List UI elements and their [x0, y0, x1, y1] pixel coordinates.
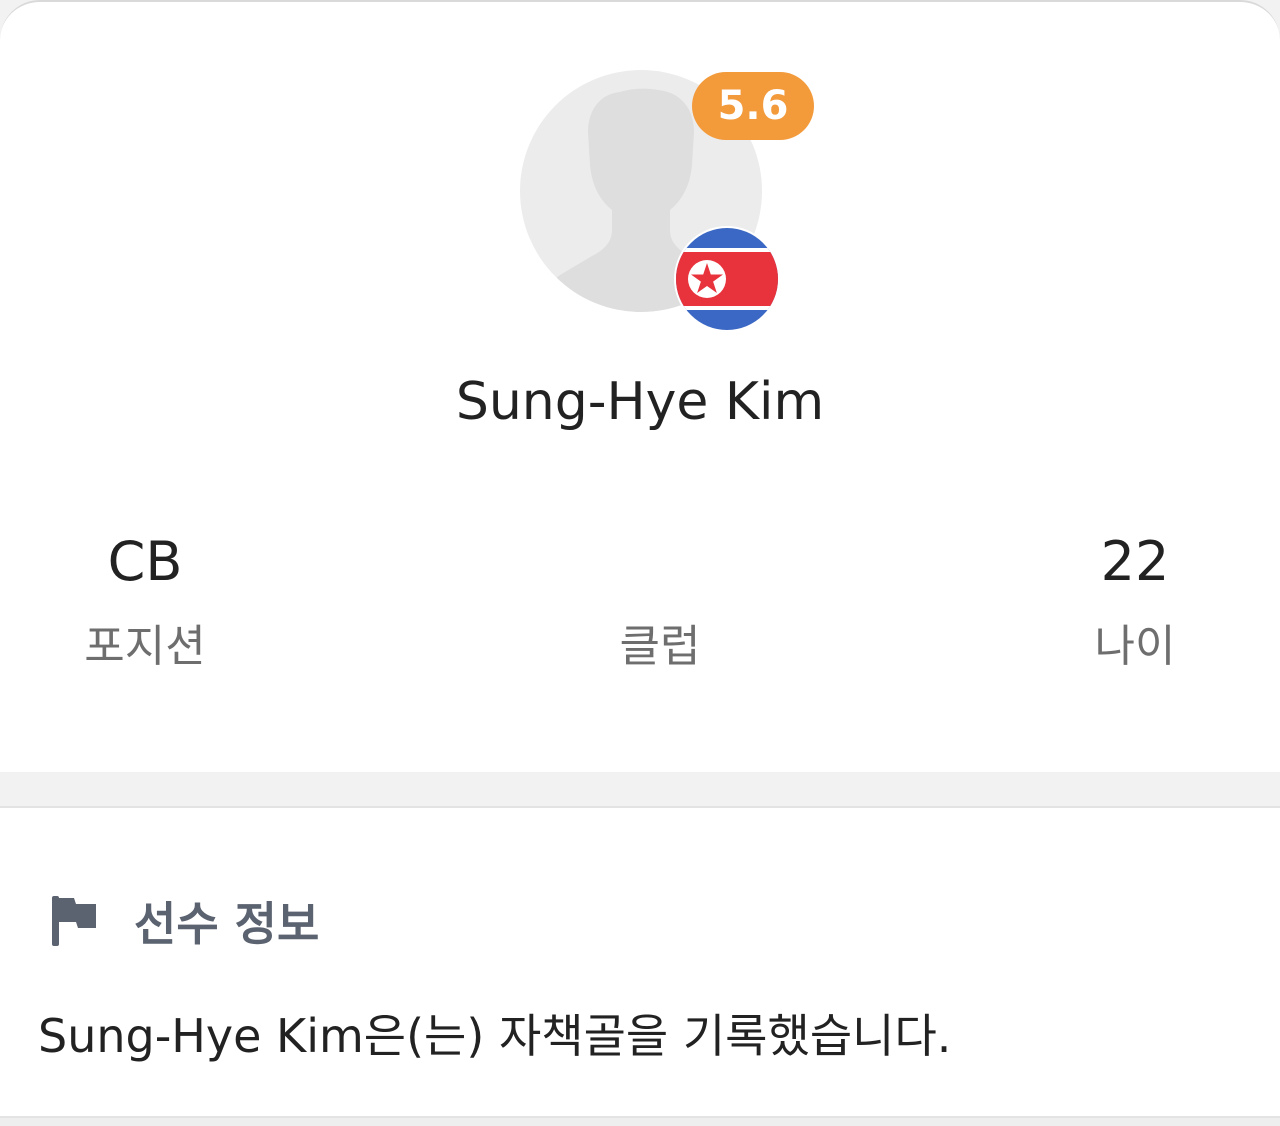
age-value: 22 — [1100, 530, 1170, 593]
bottom-divider — [0, 1116, 1280, 1126]
age-label: 나이 — [1094, 621, 1176, 672]
player-info-text: Sung-Hye Kim은(는) 자책골을 기록했습니다. — [38, 1009, 952, 1063]
player-info-header: 선수 정보 — [50, 888, 319, 954]
position-label: 포지션 — [84, 621, 206, 672]
flag-icon — [52, 896, 96, 946]
player-info-title: 선수 정보 — [134, 897, 320, 951]
stat-age: 22 나이 — [1060, 530, 1210, 672]
player-name: Sung-Hye Kim — [455, 372, 825, 432]
club-label: 클럽 — [619, 621, 701, 672]
club-value — [560, 530, 760, 594]
section-divider — [0, 772, 1280, 808]
position-value: CB — [107, 530, 183, 593]
north-korea-flag-icon — [674, 226, 780, 332]
stat-position: CB 포지션 — [60, 530, 230, 672]
rating-badge: 5.6 — [692, 72, 814, 140]
player-header-card: 5.6 Sung-Hye Kim CB 포지션 클럽 22 나이 — [0, 0, 1280, 772]
player-info-section: 선수 정보 Sung-Hye Kim은(는) 자책골을 기록했습니다. — [0, 808, 1280, 1118]
stat-club[interactable]: 클럽 — [560, 530, 760, 672]
